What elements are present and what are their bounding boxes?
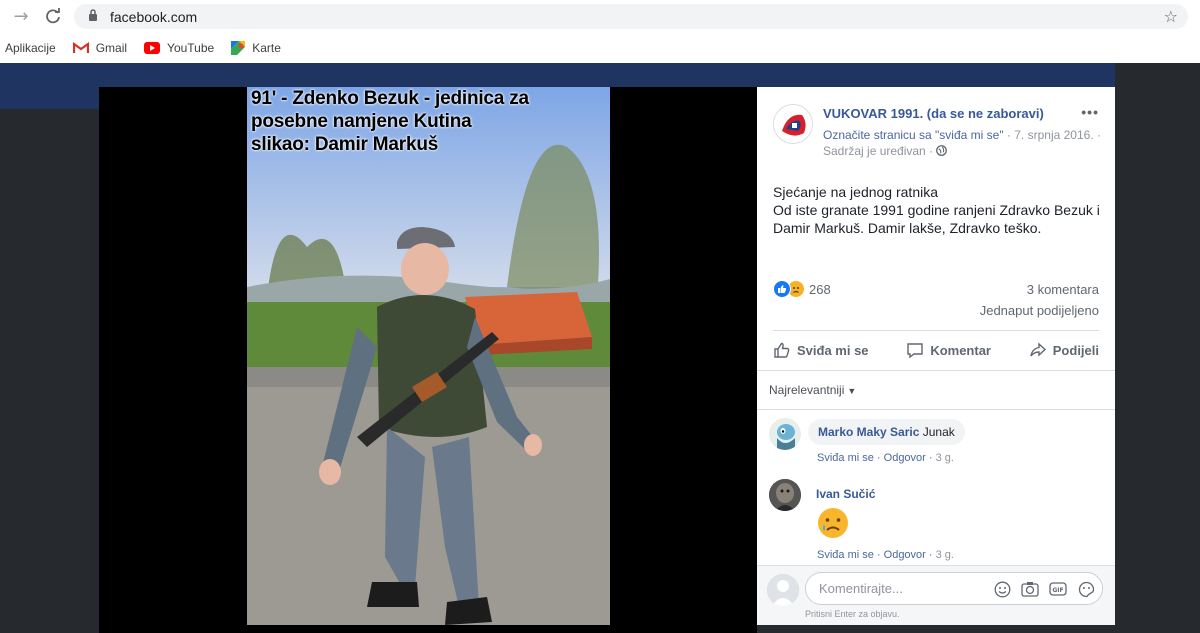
public-globe-icon	[936, 144, 948, 158]
more-options-button[interactable]: •••	[1081, 104, 1099, 120]
emoji-icon[interactable]	[993, 580, 1011, 598]
comment-avatar[interactable]	[769, 418, 801, 450]
enter-hint: Pritisni Enter za objavu.	[805, 609, 900, 619]
post-meta: Označite stranicu sa "sviđa mi se" · 7. …	[823, 127, 1103, 159]
comment-avatar[interactable]	[769, 479, 801, 511]
reaction-count: 268	[809, 281, 831, 297]
comment-like-link[interactable]: Sviđa mi se	[817, 549, 874, 561]
url-text: facebook.com	[110, 8, 198, 25]
comment-text: Junak	[919, 425, 955, 439]
share-button[interactable]: Podijeli	[1029, 341, 1099, 359]
bookmark-label: Aplikacije	[5, 41, 56, 55]
camera-icon[interactable]	[1021, 580, 1039, 598]
caption-line: slikao: Damir Markuš	[251, 134, 439, 155]
bookmark-label: Karte	[252, 41, 281, 55]
comment-bubble: Marko Maky Saric Junak	[808, 419, 965, 445]
photo-image	[247, 87, 610, 625]
post-text-line: Sjećanje na jednog ratnika	[773, 184, 939, 200]
post-date[interactable]: · 7. srpnja 2016. ·	[1004, 128, 1101, 142]
bookmark-star-icon[interactable]: ☆	[1164, 7, 1178, 26]
post-photo[interactable]: 91' - Zdenko Bezuk - jedinica za posebne…	[247, 87, 610, 625]
post-side-panel: VUKOVAR 1991. (da se ne zaboravi) ••• Oz…	[757, 87, 1115, 625]
youtube-icon	[144, 42, 161, 54]
gmail-icon	[72, 42, 89, 54]
comment-reply-link[interactable]: Odgovor	[884, 452, 926, 464]
svg-text:GIF: GIF	[1052, 587, 1063, 594]
like-page-link[interactable]: Označite stranicu sa "sviđa mi se"	[823, 128, 1004, 142]
comment-composer: Komentirajte... GIF Pritisni Enter za ob…	[757, 565, 1115, 625]
comment-actions: Sviđa mi se · Odgovor · 3 g.	[817, 452, 954, 464]
comment-actions: Sviđa mi se · Odgovor · 3 g.	[817, 549, 954, 561]
comment-sort-dropdown[interactable]: Najrelevantniji ▼	[769, 383, 856, 397]
comment-author[interactable]: Marko Maky Saric	[818, 425, 919, 439]
comment-like-link[interactable]: Sviđa mi se	[817, 452, 874, 464]
user-avatar	[767, 574, 799, 606]
comment-author[interactable]: Ivan Sučić	[816, 487, 875, 501]
share-icon	[1030, 342, 1046, 357]
comments-count-link[interactable]: 3 komentara	[1027, 282, 1099, 297]
comment-time[interactable]: 3 g.	[936, 452, 954, 464]
edited-label[interactable]: Sadržaj je uređivan ·	[823, 144, 933, 158]
caret-down-icon: ▼	[847, 386, 857, 396]
forward-icon[interactable]: →	[10, 5, 32, 27]
comment-reply-link[interactable]: Odgovor	[884, 549, 926, 561]
address-bar[interactable]: facebook.com ☆	[74, 4, 1188, 29]
divider	[757, 409, 1115, 410]
reload-icon[interactable]	[42, 5, 64, 27]
bookmark-youtube[interactable]: YouTube	[144, 41, 214, 55]
composer-icons: GIF	[993, 580, 1095, 598]
share-label: Podijeli	[1052, 342, 1099, 358]
gif-icon[interactable]: GIF	[1049, 580, 1067, 598]
comment-button[interactable]: Komentar	[906, 341, 991, 359]
post-actions: Sviđa mi se Komentar Podijeli	[773, 339, 1099, 361]
like-reaction-icon	[773, 280, 791, 298]
bookmarks-bar: Aplikacije Gmail YouTube Karte	[0, 33, 1200, 63]
browser-toolbar: → facebook.com ☆	[0, 0, 1200, 33]
like-button[interactable]: Sviđa mi se	[773, 341, 869, 359]
bookmark-label: YouTube	[167, 41, 215, 55]
maps-icon	[231, 41, 246, 55]
bookmark-maps[interactable]: Karte	[231, 41, 281, 55]
backdrop-right	[1115, 63, 1200, 633]
comment-label: Komentar	[930, 342, 991, 358]
post-text-line: Od iste granate 1991 godine ranjeni Zdra…	[773, 202, 1100, 218]
bookmark-gmail[interactable]: Gmail	[72, 41, 128, 55]
divider	[757, 370, 1115, 371]
lock-icon	[88, 9, 104, 24]
caption-line: 91' - Zdenko Bezuk - jedinica za	[251, 88, 529, 109]
like-label: Sviđa mi se	[797, 342, 869, 358]
caption-line: posebne namjene Kutina	[251, 111, 472, 132]
post-text-line: Damir Markuš. Damir lakše, Zdravko teško…	[773, 220, 1042, 236]
reactions-summary[interactable]: 268	[773, 280, 831, 298]
thumbs-up-icon	[774, 342, 790, 358]
comment-icon	[907, 343, 924, 359]
bookmark-label: Gmail	[95, 41, 128, 55]
comment-time[interactable]: 3 g.	[936, 549, 954, 561]
sticker-icon[interactable]	[1077, 580, 1095, 598]
photo-caption: 91' - Zdenko Bezuk - jedinica za posebne…	[251, 87, 601, 156]
page-name-link[interactable]: VUKOVAR 1991. (da se ne zaboravi)	[823, 106, 1044, 121]
post-text: Sjećanje na jednog ratnika Od iste grana…	[773, 183, 1103, 237]
bookmark-apps[interactable]: Aplikacije	[5, 41, 56, 55]
crying-emoji-icon	[816, 506, 850, 545]
shares-count-link[interactable]: Jednaput podijeljeno	[980, 303, 1099, 318]
sort-label: Najrelevantniji	[769, 383, 845, 397]
page-avatar[interactable]	[773, 104, 813, 144]
divider	[773, 330, 1099, 331]
